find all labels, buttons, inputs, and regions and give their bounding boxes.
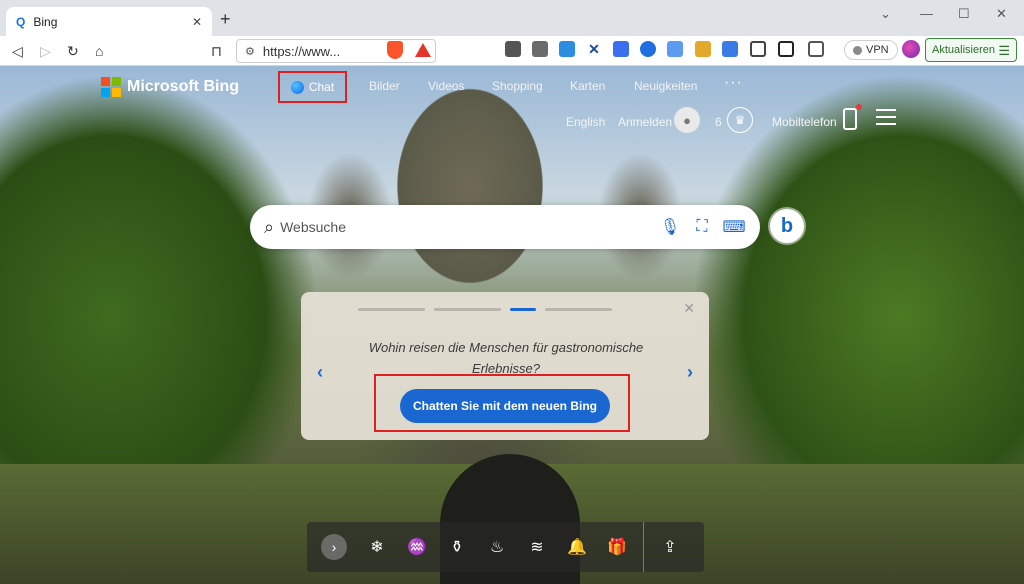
search-box: ⌕ 🎙 ⛶ ⌨ [250,205,760,249]
image-gallery-icon[interactable]: ♒ [397,537,437,557]
update-button[interactable]: Aktualisieren ☰ [925,38,1017,62]
profile-avatar[interactable] [902,40,920,58]
expand-arrow-icon[interactable]: › [321,534,347,560]
sidebar-icon[interactable] [778,41,794,57]
brave-rewards-icon[interactable] [415,43,431,57]
bookmark-icon[interactable]: ⊓ [211,42,222,60]
user-icon[interactable]: ● [674,107,700,133]
copilot-icon[interactable]: b [770,209,804,243]
nav-chat-label: Chat [308,80,335,94]
tab-title: Bing [33,14,58,29]
nav-chat[interactable]: Chat [278,71,347,103]
nav-images[interactable]: Bilder [369,79,400,93]
address-bar[interactable]: ⚙ https://www... ⇪ [236,39,436,63]
language-link[interactable]: English [566,115,605,129]
carousel-dot[interactable] [358,308,425,311]
tab-strip: Q Bing ✕ + ⌄ — ☐ ✕ [0,0,1024,36]
extension-icon[interactable] [640,41,656,57]
bing-logo[interactable]: Microsoft Bing [101,77,239,97]
menorah-icon[interactable]: ♨ [477,537,517,557]
suggestion-question: Wohin reisen die Menschen für gastronomi… [368,340,644,376]
brave-shield-icon[interactable] [387,41,403,59]
forward-icon[interactable]: ▷ [40,42,51,60]
puzzle-icon[interactable] [750,41,766,57]
vase-icon[interactable]: ⚱ [437,537,477,557]
stripes-icon[interactable]: ≋ [517,537,557,557]
new-tab-button[interactable]: + [220,9,231,30]
chat-with-bing-button[interactable]: Chatten Sie mit dem neuen Bing [400,389,610,423]
extension-icon[interactable]: ✕ [586,41,602,57]
home-icon[interactable]: ⌂ [95,42,103,60]
vpn-status-icon [853,45,862,55]
site-info-icon[interactable]: ⚙ [245,45,255,58]
notification-dot [856,104,862,110]
snowflake-icon[interactable]: ❄ [357,537,397,557]
lock-extension-icon[interactable] [695,41,711,57]
next-arrow-icon[interactable]: › [687,362,693,383]
search-icon: ⌕ [264,216,275,237]
browser-tab[interactable]: Q Bing ✕ [6,7,212,36]
share-icon[interactable]: ⇪ [650,537,690,557]
close-window-button[interactable]: ✕ [996,6,1007,22]
tab-close-icon[interactable]: ✕ [192,15,202,29]
back-icon[interactable]: ◁ [12,42,23,60]
carousel-dot-active[interactable] [510,308,536,311]
close-icon[interactable]: ✕ [683,300,695,317]
chat-suggestion-card: ✕ ‹ Wohin reisen die Menschen für gastro… [301,292,709,440]
translate-icon[interactable] [722,41,738,57]
sign-in-link[interactable]: Anmelden [618,115,672,129]
carousel-indicators [358,308,612,311]
menu-icon[interactable]: ☰ [998,43,1010,59]
rewards-count[interactable]: 6 [715,115,722,129]
microphone-icon[interactable]: 🎙 [658,215,682,239]
extension-icon[interactable] [613,41,629,57]
carousel-dot[interactable] [434,308,501,311]
carousel-dot[interactable] [545,308,612,311]
microsoft-logo-icon [101,77,121,97]
trophy-icon[interactable]: ♛ [727,107,753,133]
bing-favicon-icon: Q [16,14,26,29]
keyboard-icon[interactable]: ⌨ [722,215,746,239]
prev-arrow-icon[interactable]: ‹ [317,362,323,383]
extension-icon[interactable] [505,41,521,57]
wallet-icon[interactable] [808,41,824,57]
visual-search-icon[interactable]: ⛶ [690,215,714,239]
nav-news[interactable]: Neuigkeiten [634,79,697,93]
nav-maps[interactable]: Karten [570,79,605,93]
reload-icon[interactable]: ↻ [67,42,79,60]
maximize-button[interactable]: ☐ [958,6,970,22]
minimize-button[interactable]: — [920,6,933,21]
mobile-link[interactable]: Mobiltelefon [772,115,837,129]
phone-icon[interactable] [843,108,857,130]
toolbar-divider [643,522,644,572]
gift-icon[interactable]: 🎁 [597,537,637,557]
bottom-toolbar: › ❄ ♒ ⚱ ♨ ≋ 🔔 🎁 ⇪ [307,522,704,572]
logo-text: Microsoft Bing [127,78,239,95]
settings-menu-icon[interactable] [876,109,896,130]
extension-icon[interactable] [559,41,575,57]
update-label: Aktualisieren [932,44,995,56]
tab-search-chevron-icon[interactable]: ⌄ [880,6,891,22]
nav-shopping[interactable]: Shopping [492,79,543,93]
extension-icon[interactable] [667,41,683,57]
extension-icon[interactable] [532,41,548,57]
search-input[interactable] [280,219,650,235]
bell-icon[interactable]: 🔔 [557,537,597,557]
vpn-button[interactable]: VPN [844,40,898,60]
nav-videos[interactable]: Videos [428,79,464,93]
vpn-label: VPN [866,44,889,56]
chat-icon [290,80,304,94]
nav-more[interactable]: ··· [724,74,743,92]
